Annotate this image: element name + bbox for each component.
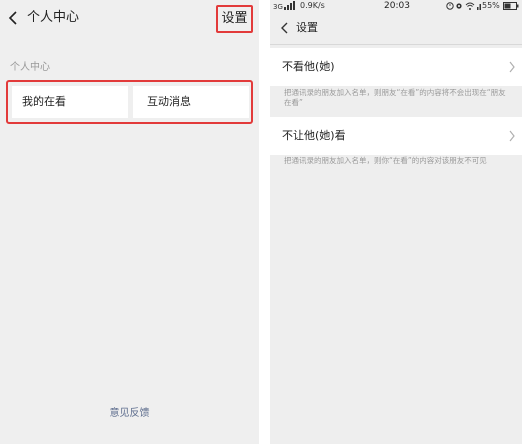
feedback-link[interactable]: 意见反馈	[0, 404, 259, 419]
signal-icon	[477, 4, 481, 10]
my-watching-tile[interactable]: 我的在看	[12, 86, 128, 118]
battery-percentage: 55%	[482, 1, 500, 10]
battery-icon	[503, 2, 519, 10]
row-description: 把通讯录的朋友加入名单，则你“在看”的内容对该朋友不可见	[284, 156, 487, 165]
hide-their-moments-row[interactable]: 不看他(她)	[270, 48, 522, 86]
settings-header: 设置	[270, 13, 522, 45]
status-icons	[446, 2, 481, 10]
back-chevron-icon[interactable]	[6, 10, 22, 26]
personal-center-header: 个人中心 设置	[0, 0, 259, 36]
alarm-icon	[446, 2, 454, 10]
status-bar: 3G 0.9K/s 20:03 55%	[270, 0, 522, 13]
settings-screen: 3G 0.9K/s 20:03 55% 设置 不看他(她) 把通讯录的朋友加入名…	[270, 0, 522, 444]
page-title: 个人中心	[27, 10, 80, 25]
signal-strength-icon: 3G	[273, 1, 295, 11]
interaction-messages-tile[interactable]: 互动消息	[133, 86, 249, 118]
row-label: 不看他(她)	[282, 60, 335, 73]
screenshot-root: 个人中心 设置 个人中心 我的在看 互动消息 意见反馈 3G 0.9K/s 20…	[0, 0, 522, 444]
chevron-right-icon	[509, 130, 515, 142]
back-chevron-icon[interactable]	[278, 21, 292, 35]
hide-my-moments-row[interactable]: 不让他(她)看	[270, 117, 522, 155]
settings-gear-icon	[456, 3, 462, 9]
wifi-icon	[465, 2, 475, 10]
row-description: 把通讯录的朋友加入名单，则朋友“在看”的内容将不会出现在“朋友在看”	[284, 88, 506, 107]
network-speed: 0.9K/s	[300, 1, 325, 10]
screen-divider	[259, 0, 270, 444]
personal-center-screen: 个人中心 设置 个人中心 我的在看 互动消息 意见反馈	[0, 0, 259, 444]
row-label: 不让他(她)看	[282, 129, 346, 142]
network-type-label: 3G	[273, 3, 283, 11]
highlighted-tiles-group: 我的在看 互动消息	[6, 80, 253, 124]
chevron-right-icon	[509, 61, 515, 73]
settings-button[interactable]: 设置	[216, 5, 253, 33]
settings-title: 设置	[296, 21, 318, 34]
section-label: 个人中心	[10, 62, 50, 73]
clock: 20:03	[384, 1, 410, 11]
